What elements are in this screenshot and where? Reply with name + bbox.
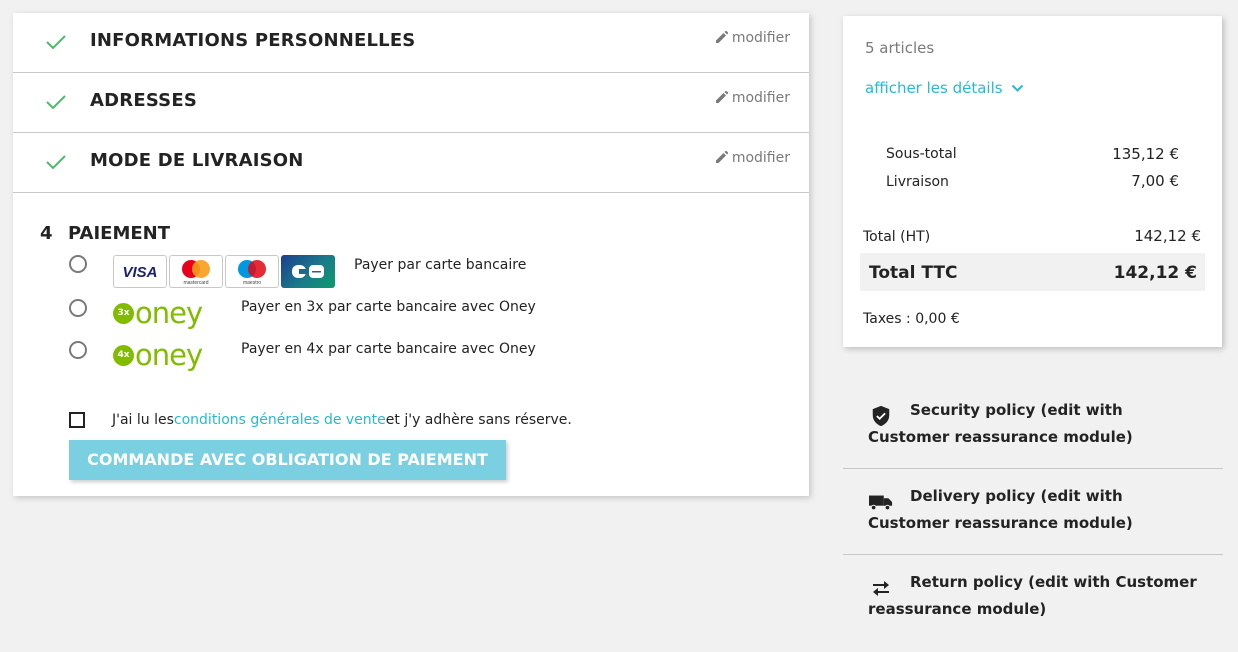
chevron-down-icon bbox=[1011, 84, 1023, 92]
oney-badge: 4x bbox=[113, 345, 134, 366]
pencil-icon bbox=[715, 30, 729, 43]
total-ttc-row: Total TTC 142,12 € bbox=[860, 253, 1205, 291]
option-label-card: Payer par carte bancaire bbox=[354, 257, 527, 273]
place-order-button[interactable]: COMMANDE AVEC OBLIGATION DE PAIEMENT bbox=[69, 440, 506, 480]
subtotal-value: 135,12 € bbox=[1112, 145, 1179, 163]
oney-3x-logo: 3x oney bbox=[113, 296, 203, 330]
step-addresses: ADRESSES modifier bbox=[13, 73, 809, 133]
step-title: MODE DE LIVRAISON bbox=[90, 150, 304, 171]
radio-card[interactable] bbox=[69, 255, 87, 273]
option-label-oney-3x: Payer en 3x par carte bancaire avec Oney bbox=[241, 299, 536, 315]
total-ttc-label: Total TTC bbox=[869, 263, 958, 283]
payment-option-oney-3x[interactable] bbox=[69, 299, 87, 317]
checkout-steps: INFORMATIONS PERSONNELLES modifier ADRES… bbox=[13, 13, 809, 496]
show-details-label: afficher les détails bbox=[865, 79, 1003, 97]
cb-logo bbox=[281, 255, 335, 288]
total-ht-label: Total (HT) bbox=[863, 229, 931, 245]
shipping-value: 7,00 € bbox=[1131, 172, 1179, 190]
svg-text:mastercard: mastercard bbox=[183, 280, 208, 286]
radio-oney-4x[interactable] bbox=[69, 341, 87, 359]
step-delivery: MODE DE LIVRAISON modifier bbox=[13, 133, 809, 193]
option-label-oney-4x: Payer en 4x par carte bancaire avec Oney bbox=[241, 341, 536, 357]
step-title: PAIEMENT bbox=[68, 223, 171, 244]
mastercard-logo: mastercard bbox=[169, 255, 223, 288]
checkmark-icon bbox=[46, 35, 66, 50]
terms-text-before: J'ai lu les bbox=[112, 412, 174, 428]
cart-summary: 5 articles afficher les détails Sous-tot… bbox=[843, 16, 1222, 347]
visa-logo: VISA bbox=[113, 255, 167, 288]
reassurance-return: Return policy (edit with Customer reassu… bbox=[843, 555, 1223, 640]
show-details-link[interactable]: afficher les détails bbox=[865, 79, 1024, 97]
reassurance-security: Security policy (edit with Customer reas… bbox=[843, 383, 1223, 469]
step-title: INFORMATIONS PERSONNELLES bbox=[90, 30, 416, 51]
pencil-icon bbox=[715, 150, 729, 163]
edit-label: modifier bbox=[731, 30, 790, 46]
step-title: ADRESSES bbox=[90, 90, 198, 111]
shipping-label: Livraison bbox=[886, 174, 949, 190]
subtotal-label: Sous-total bbox=[886, 146, 957, 162]
oney-wordmark: oney bbox=[135, 296, 203, 330]
edit-link[interactable]: modifier bbox=[715, 90, 790, 106]
edit-link[interactable]: modifier bbox=[715, 150, 790, 166]
reassurance-delivery: Delivery policy (edit with Customer reas… bbox=[843, 469, 1223, 555]
payment-option-oney-4x[interactable] bbox=[69, 341, 87, 359]
radio-oney-3x[interactable] bbox=[69, 299, 87, 317]
card-logos: VISA mastercard maestro bbox=[113, 255, 335, 288]
terms-link[interactable]: conditions générales de vente bbox=[174, 412, 386, 428]
reassurance-block: Security policy (edit with Customer reas… bbox=[843, 383, 1223, 640]
maestro-logo: maestro bbox=[225, 255, 279, 288]
reassurance-text: Security policy (edit with Customer reas… bbox=[868, 401, 1133, 446]
terms-text-after: et j'y adhère sans réserve. bbox=[385, 412, 572, 428]
svg-text:maestro: maestro bbox=[243, 280, 261, 286]
total-ttc-value: 142,12 € bbox=[1113, 263, 1197, 283]
oney-badge: 3x bbox=[113, 303, 134, 324]
step-number: 4 bbox=[40, 223, 53, 244]
pencil-icon bbox=[715, 90, 729, 103]
taxes-line: Taxes : 0,00 € bbox=[863, 311, 960, 327]
payment-option-card[interactable] bbox=[69, 255, 87, 273]
terms-agreement: J'ai lu les ​conditions générales de ven… bbox=[69, 412, 572, 428]
terms-checkbox[interactable] bbox=[69, 412, 85, 428]
oney-4x-logo: 4x oney bbox=[113, 338, 203, 372]
svg-text:VISA: VISA bbox=[122, 264, 157, 281]
total-ht-value: 142,12 € bbox=[1134, 227, 1201, 245]
checkmark-icon bbox=[46, 95, 66, 110]
item-count: 5 articles bbox=[865, 39, 935, 57]
edit-link[interactable]: modifier bbox=[715, 30, 790, 46]
step-personal-info: INFORMATIONS PERSONNELLES modifier bbox=[13, 13, 809, 73]
oney-wordmark: oney bbox=[135, 338, 203, 372]
edit-label: modifier bbox=[731, 90, 790, 106]
reassurance-text: Return policy (edit with Customer reassu… bbox=[868, 573, 1197, 618]
payment-step: 4 PAIEMENT VISA mastercard maestro Payer… bbox=[13, 193, 809, 496]
reassurance-text: Delivery policy (edit with Customer reas… bbox=[868, 487, 1133, 532]
edit-label: modifier bbox=[731, 150, 790, 166]
checkmark-icon bbox=[46, 155, 66, 170]
